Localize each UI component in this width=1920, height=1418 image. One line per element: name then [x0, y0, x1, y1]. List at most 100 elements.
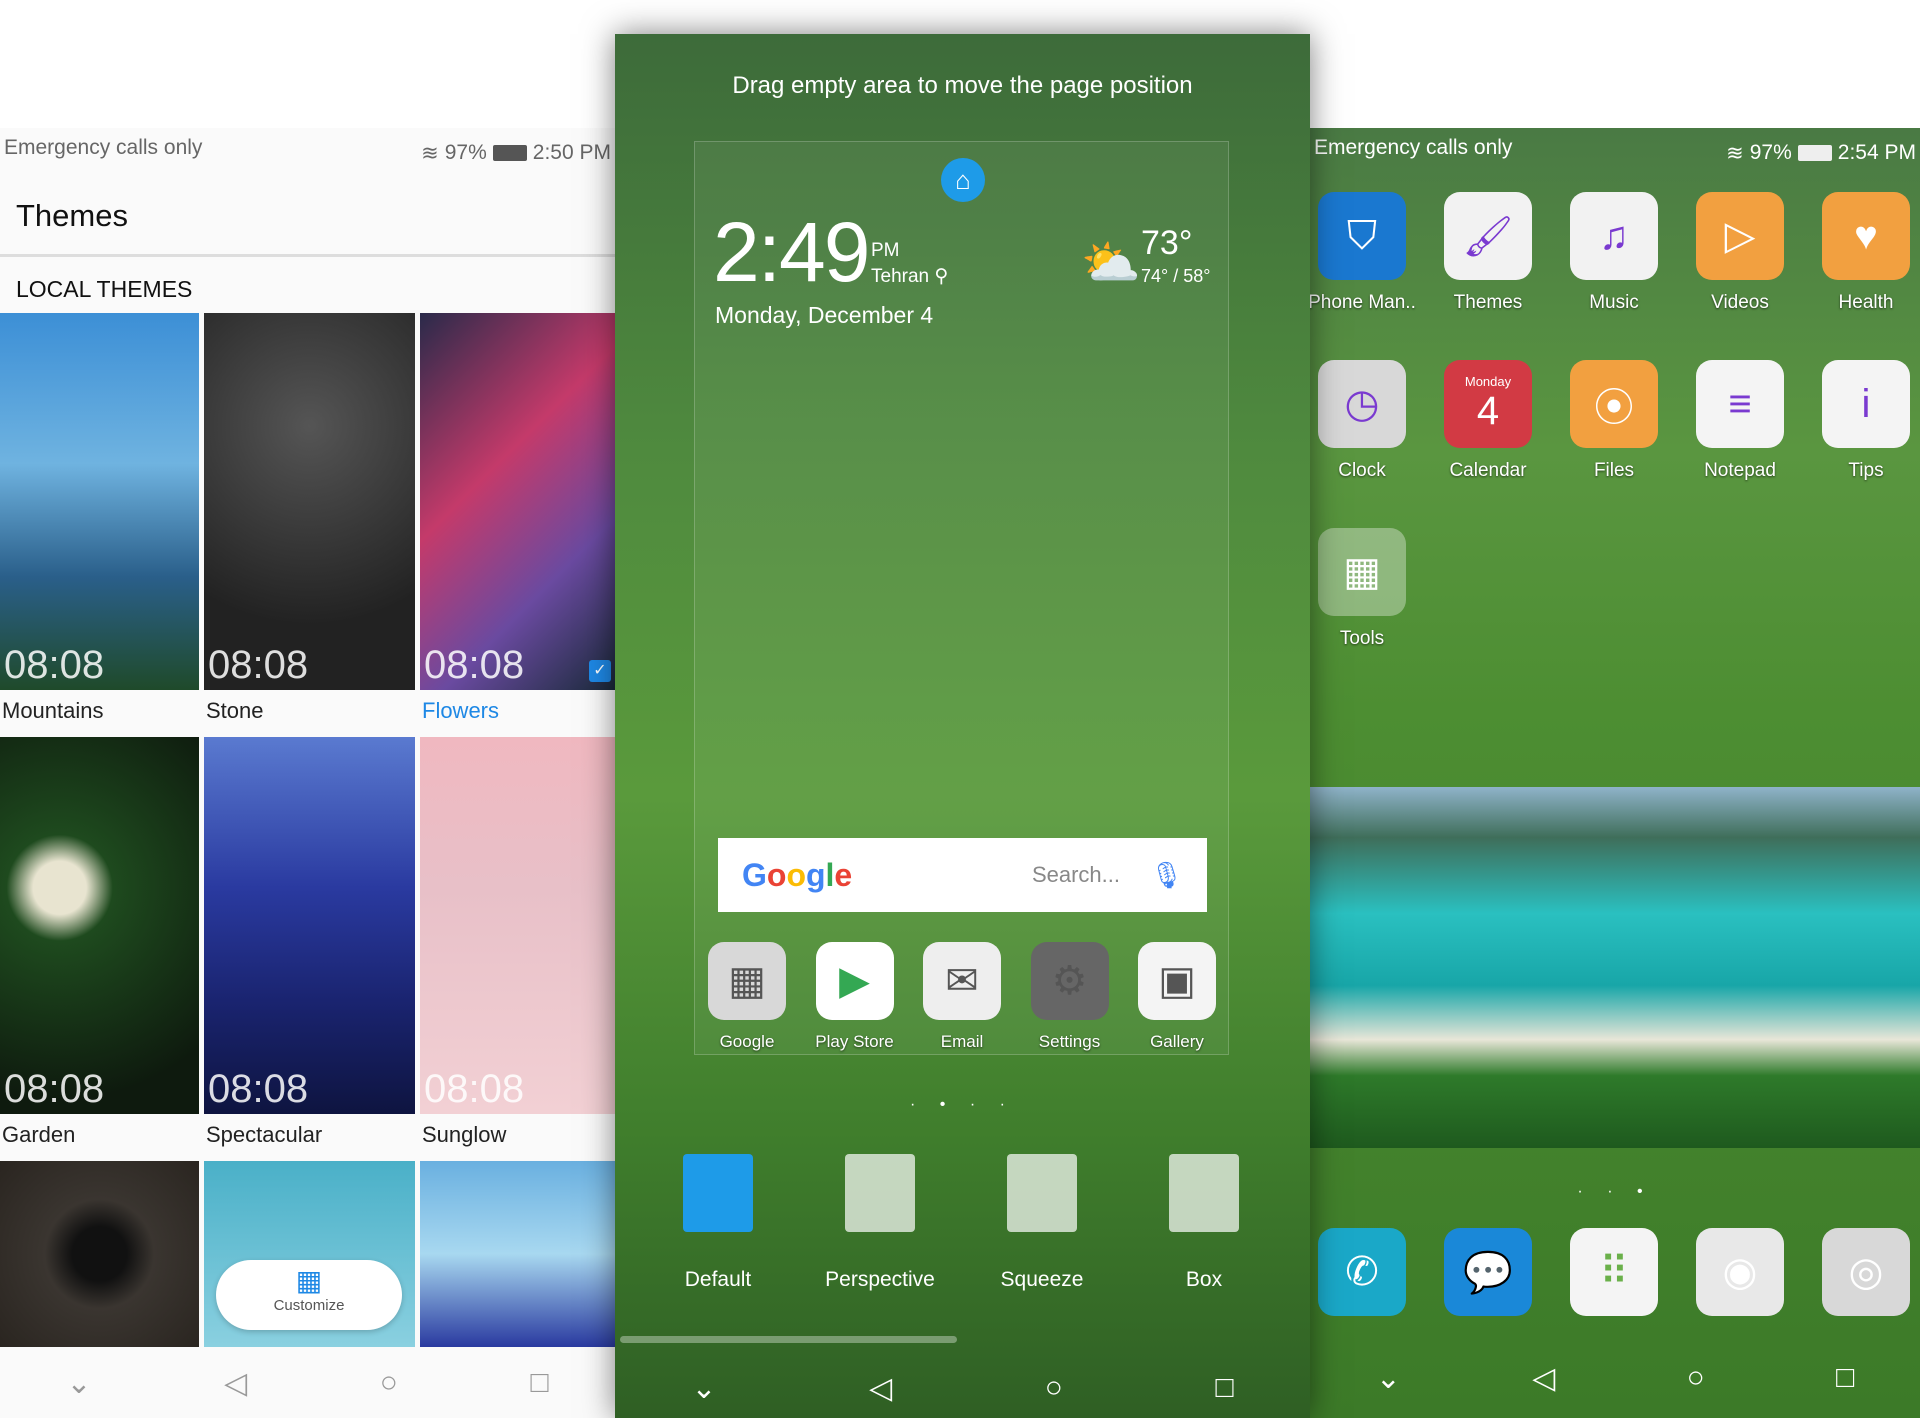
- page-indicator: · • · ·: [910, 1096, 1015, 1113]
- app-label: Email: [940, 1032, 984, 1051]
- theme-thumbnail[interactable]: [420, 1161, 615, 1347]
- app-icon-videos[interactable]: ▷ Videos: [1685, 192, 1795, 314]
- status-bar: Emergency calls only ≋ 97% 2:50 PM: [0, 136, 615, 170]
- customize-icon: ▦: [295, 1265, 323, 1296]
- notepad-icon: ≡: [1696, 360, 1784, 448]
- weather-temp[interactable]: 73°: [1141, 224, 1192, 263]
- home-icon[interactable]: ○: [1045, 1371, 1063, 1405]
- weather-range: 74° / 58°: [1141, 266, 1211, 286]
- effect-label: Squeeze: [1000, 1268, 1084, 1291]
- transition-effect-option[interactable]: Default: [638, 1154, 798, 1292]
- play-store-icon: ▶: [815, 942, 894, 1020]
- location-pin-icon: ⚲: [934, 266, 949, 287]
- theme-thumbnail[interactable]: 08:08: [0, 737, 199, 1114]
- theme-thumbnail[interactable]: 08:08 ✓: [420, 313, 615, 690]
- videos-icon: ▷: [1696, 192, 1784, 280]
- app-icon-music[interactable]: ♫ Music: [1559, 192, 1669, 314]
- health-icon: ♥: [1822, 192, 1910, 280]
- effects-scrollbar[interactable]: [620, 1336, 957, 1343]
- dock-messages[interactable]: 💬: [1433, 1228, 1543, 1316]
- theme-thumbnail[interactable]: 08:08: [420, 737, 615, 1114]
- box-effect-icon: [1169, 1154, 1239, 1232]
- themes-icon: 🖌: [1444, 192, 1532, 280]
- nav-bar: ⌄ ◁ ○ □: [0, 1348, 615, 1418]
- dock-app-drawer[interactable]: ⠿: [1559, 1228, 1669, 1316]
- theme-thumbnail[interactable]: 08:08: [204, 737, 415, 1114]
- app-icon-themes[interactable]: 🖌 Themes: [1433, 192, 1543, 314]
- phone-icon: ✆: [1318, 1228, 1406, 1316]
- set-home-page-icon[interactable]: ⌂: [941, 158, 985, 202]
- dock-app[interactable]: ✉ Email: [907, 942, 1017, 1052]
- theme-thumbnail[interactable]: [0, 1161, 199, 1347]
- effect-label: Perspective: [825, 1268, 935, 1291]
- app-icon-phoneman[interactable]: ⛉ Phone Man..: [1310, 192, 1417, 314]
- app-icon-clock[interactable]: ◷ Clock: [1310, 360, 1417, 482]
- drag-hint: Drag empty area to move the page positio…: [732, 72, 1193, 99]
- effect-label: Default: [684, 1268, 752, 1291]
- theme-thumbnail[interactable]: 08:08: [204, 313, 415, 690]
- theme-thumbnail[interactable]: 08:08: [0, 313, 199, 690]
- back-icon[interactable]: ◁: [869, 1371, 892, 1406]
- dock-chrome[interactable]: ◉: [1685, 1228, 1795, 1316]
- clock-time[interactable]: 2:49: [713, 204, 870, 301]
- search-placeholder: Search...: [1031, 862, 1120, 887]
- app-icon-notepad[interactable]: ≡ Notepad: [1685, 360, 1795, 482]
- customize-label: Customize: [273, 1297, 345, 1314]
- back-icon[interactable]: ◁: [224, 1366, 247, 1401]
- dock-app[interactable]: ⚙ Settings: [1015, 942, 1125, 1052]
- dock-app[interactable]: ▣ Gallery: [1122, 942, 1232, 1052]
- app-icon-calendar[interactable]: Monday 4 Calendar: [1433, 360, 1543, 482]
- collapse-icon[interactable]: ⌄: [1376, 1361, 1401, 1396]
- theme-name[interactable]: Garden: [2, 1122, 75, 1148]
- theme-name[interactable]: Flowers: [422, 698, 499, 724]
- page-indicator: · · •: [1577, 1183, 1653, 1200]
- microphone-icon[interactable]: 🎙: [1150, 860, 1183, 891]
- dock-app[interactable]: ▶ Play Store: [800, 942, 910, 1052]
- carrier-text: Emergency calls only: [4, 136, 203, 159]
- app-icon-health[interactable]: ♥ Health: [1811, 192, 1920, 314]
- back-icon[interactable]: ◁: [1532, 1361, 1555, 1396]
- battery-percent: 97%: [1749, 141, 1792, 164]
- nav-bar: ⌄ ◁ ○ □: [615, 1358, 1310, 1418]
- theme-name[interactable]: Stone: [206, 698, 264, 724]
- theme-name[interactable]: Sunglow: [422, 1122, 506, 1148]
- clock-ampm: PM: [871, 240, 900, 261]
- collapse-icon[interactable]: ⌄: [66, 1366, 91, 1401]
- dock-camera[interactable]: ◎: [1811, 1228, 1920, 1316]
- transition-effect-option[interactable]: Squeeze: [962, 1154, 1122, 1292]
- tips-icon: i: [1822, 360, 1910, 448]
- collapse-icon[interactable]: ⌄: [691, 1371, 716, 1406]
- recents-icon[interactable]: □: [1836, 1361, 1854, 1395]
- app-icon-tools[interactable]: ▦ Tools: [1310, 528, 1417, 650]
- transition-effect-option[interactable]: Perspective: [800, 1154, 960, 1292]
- google-logo: Google: [742, 856, 853, 893]
- app-label: Gallery: [1150, 1032, 1204, 1051]
- theme-name[interactable]: Mountains: [2, 698, 104, 724]
- app-icon-tips[interactable]: i Tips: [1811, 360, 1920, 482]
- page-frame[interactable]: ⌂ 2:49 PM Tehran ⚲ Monday, December 4 ⛅ …: [694, 141, 1229, 1055]
- app-label: Notepad: [1704, 460, 1776, 481]
- customize-button[interactable]: ▦ Customize: [216, 1260, 402, 1330]
- dock-app[interactable]: ▦ Google: [692, 942, 802, 1052]
- home-icon[interactable]: ○: [1687, 1361, 1705, 1395]
- theme-name[interactable]: Spectacular: [206, 1122, 322, 1148]
- nav-bar: ⌄ ◁ ○ □: [1310, 1338, 1920, 1418]
- transition-effect-option[interactable]: Box: [1124, 1154, 1284, 1292]
- app-icon-files[interactable]: ⦿ Files: [1559, 360, 1669, 482]
- google-search-bar[interactable]: Google Search... 🎙: [718, 838, 1207, 912]
- partly-cloudy-icon: ⛅: [1081, 237, 1141, 290]
- app-label: Play Store: [815, 1032, 894, 1051]
- recents-icon[interactable]: □: [1216, 1371, 1234, 1405]
- email-icon: ✉: [923, 942, 1001, 1020]
- effect-label: Box: [1185, 1268, 1223, 1291]
- recents-icon[interactable]: □: [531, 1366, 549, 1400]
- app-label: Health: [1838, 292, 1894, 313]
- settings-icon: ⚙: [1030, 942, 1109, 1020]
- divider: [0, 254, 615, 257]
- dock-phone[interactable]: ✆: [1310, 1228, 1417, 1316]
- home-icon[interactable]: ○: [380, 1366, 398, 1400]
- google-icon: ▦: [708, 942, 786, 1020]
- app-label: Clock: [1338, 460, 1386, 481]
- status-bar: Emergency calls only ≋ 97% 2:54 PM: [1310, 136, 1920, 170]
- battery-icon: [1797, 145, 1832, 161]
